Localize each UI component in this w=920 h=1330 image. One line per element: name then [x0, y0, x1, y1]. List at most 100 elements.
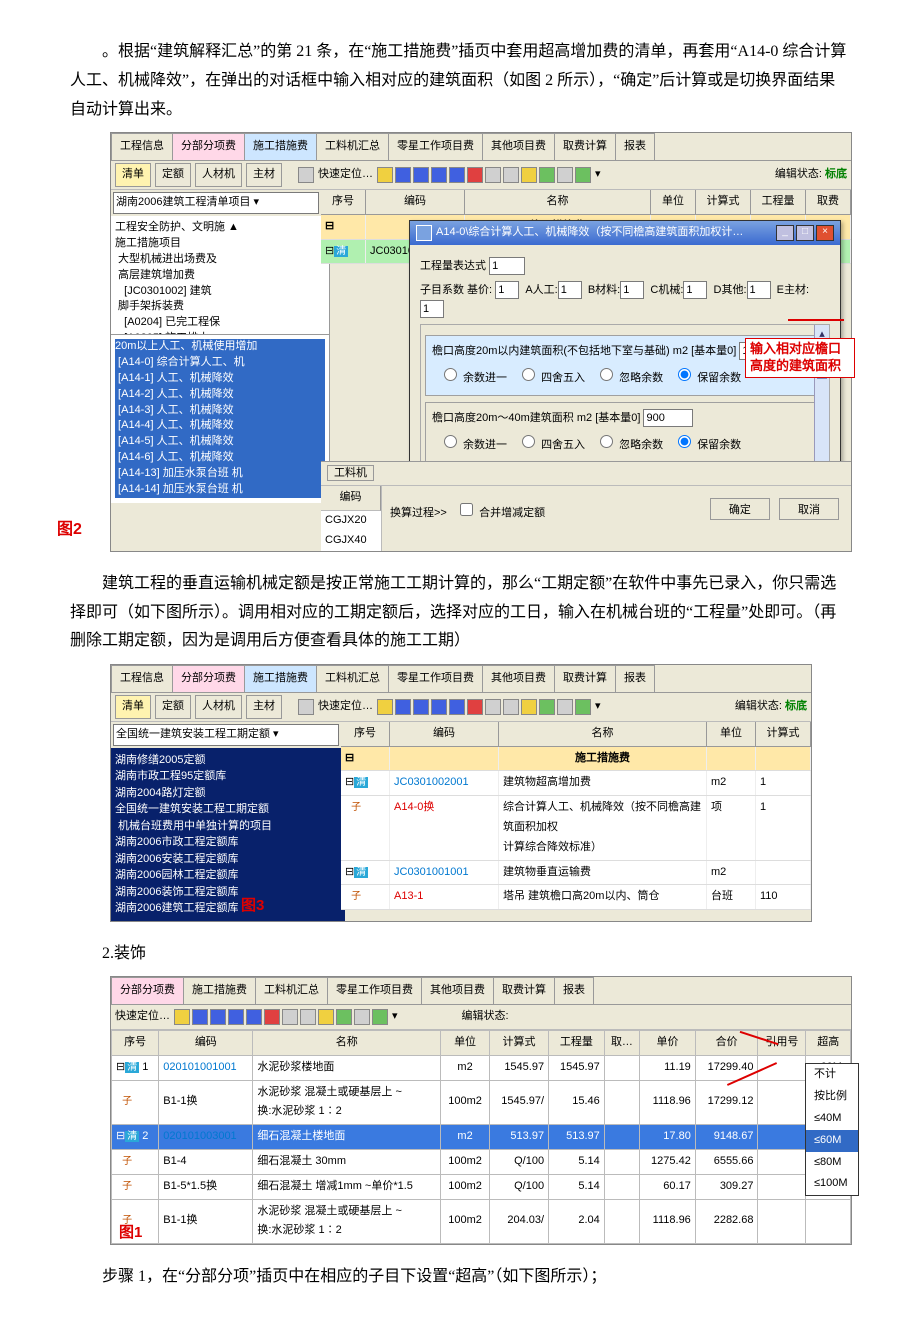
toolbar-icon[interactable]: [557, 167, 573, 183]
toolbar-icon[interactable]: [431, 699, 447, 715]
toolbar-icon[interactable]: [228, 1009, 244, 1025]
toolbar-icon[interactable]: [336, 1009, 352, 1025]
bottom-tab-material[interactable]: 工料机: [327, 465, 374, 481]
toolbar-icon[interactable]: [377, 699, 393, 715]
tab-fee-calc[interactable]: 取费计算: [554, 665, 616, 692]
dropdown-item[interactable]: 不计: [806, 1064, 858, 1086]
coef-base[interactable]: [495, 281, 519, 299]
toolbar-icon[interactable]: [575, 167, 591, 183]
height-dropdown[interactable]: 不计 按比例 ≤40M ≤60M ≤80M ≤100M: [805, 1063, 859, 1196]
toolbar-icon[interactable]: [503, 167, 519, 183]
toolbar-icon[interactable]: [354, 1009, 370, 1025]
area-input-2[interactable]: [643, 409, 693, 427]
subtab-quota[interactable]: 定额: [155, 163, 191, 187]
tab-report[interactable]: 报表: [615, 133, 655, 160]
toolbar-icon[interactable]: [300, 1009, 316, 1025]
toolbar-icon[interactable]: [449, 167, 465, 183]
tab-section-fee[interactable]: 分部分项费: [172, 133, 245, 160]
toolbar-icon[interactable]: [210, 1009, 226, 1025]
coef-other[interactable]: [747, 281, 771, 299]
toolbar-icon[interactable]: [372, 1009, 388, 1025]
tab-material-summary[interactable]: 工料机汇总: [255, 977, 328, 1004]
minimize-button[interactable]: _: [776, 225, 794, 241]
dropdown-item[interactable]: ≤40M: [806, 1108, 858, 1130]
tab-fee-calc[interactable]: 取费计算: [493, 977, 555, 1004]
coef-main[interactable]: [420, 300, 444, 318]
dropdown-item[interactable]: ≤100M: [806, 1173, 858, 1195]
toolbar-icon[interactable]: [246, 1009, 262, 1025]
close-button[interactable]: ×: [816, 225, 834, 241]
tree-panel-b[interactable]: 20m以上人工、机械使用增加 [A14-0] 综合计算人工、机 [A14-1] …: [111, 334, 330, 503]
tab-measure-fee[interactable]: 施工措施费: [183, 977, 256, 1004]
toolbar-icon[interactable]: [431, 167, 447, 183]
toolbar-icon[interactable]: [521, 167, 537, 183]
toolbar-icon[interactable]: [377, 167, 393, 183]
subtab-list[interactable]: 清单: [115, 163, 151, 187]
tree-panel-a[interactable]: 工程安全防护、文明施 ▲ 施工措施项目 大型机械进出场费及 高层建筑增加费 [J…: [111, 216, 330, 334]
toolbar-icon[interactable]: [503, 699, 519, 715]
toolbar-icon[interactable]: [192, 1009, 208, 1025]
maximize-button[interactable]: □: [796, 225, 814, 241]
subtab-quota[interactable]: 定额: [155, 695, 191, 719]
toolbar-icon[interactable]: [575, 699, 591, 715]
quick-locate[interactable]: 快速定位…: [318, 165, 373, 185]
tab-other-fee[interactable]: 其他项目费: [482, 133, 555, 160]
subtab-list[interactable]: 清单: [115, 695, 151, 719]
toolbar-icon[interactable]: [413, 699, 429, 715]
library-dropdown[interactable]: 湖南2006建筑工程清单项目 ▾: [113, 192, 319, 214]
tab-report[interactable]: 报表: [554, 977, 594, 1004]
toolbar-icon[interactable]: [395, 167, 411, 183]
quick-locate[interactable]: 快速定位…: [115, 1007, 170, 1027]
tab-material-summary[interactable]: 工料机汇总: [316, 133, 389, 160]
radio-ignore[interactable]: [600, 368, 613, 381]
swap-link[interactable]: 换算过程>>: [390, 507, 447, 519]
tab-misc-fee[interactable]: 零星工作项目费: [388, 133, 483, 160]
coef-material[interactable]: [620, 281, 644, 299]
delete-icon[interactable]: [467, 699, 483, 715]
subtab-material[interactable]: 人材机: [195, 695, 242, 719]
quick-locate[interactable]: 快速定位…: [318, 697, 373, 717]
delete-icon[interactable]: [467, 167, 483, 183]
toolbar-icon[interactable]: [539, 699, 555, 715]
toolbar-icon[interactable]: [449, 699, 465, 715]
tab-measure-fee[interactable]: 施工措施费: [244, 133, 317, 160]
coef-labor[interactable]: [558, 281, 582, 299]
tab-misc-fee[interactable]: 零星工作项目费: [327, 977, 422, 1004]
toolbar-icon[interactable]: [521, 699, 537, 715]
delete-icon[interactable]: [264, 1009, 280, 1025]
subtab-main[interactable]: 主材: [246, 695, 282, 719]
toolbar-icon[interactable]: [539, 167, 555, 183]
toolbar-icon[interactable]: [413, 167, 429, 183]
library-dropdown[interactable]: 全国统一建筑安装工程工期定额 ▾: [113, 724, 339, 746]
tab-misc-fee[interactable]: 零星工作项目费: [388, 665, 483, 692]
tab-fee-calc[interactable]: 取费计算: [554, 133, 616, 160]
tab-measure-fee[interactable]: 施工措施费: [244, 665, 317, 692]
ok-button[interactable]: 确定: [710, 498, 770, 520]
toolbar-icon[interactable]: [557, 699, 573, 715]
tab-other-fee[interactable]: 其他项目费: [482, 665, 555, 692]
subtab-material[interactable]: 人材机: [195, 163, 242, 187]
dropdown-item[interactable]: ≤80M: [806, 1152, 858, 1174]
dropdown-item[interactable]: 按比例: [806, 1086, 858, 1108]
toolbar-icon[interactable]: [485, 699, 501, 715]
tab-report[interactable]: 报表: [615, 665, 655, 692]
tab-material-summary[interactable]: 工料机汇总: [316, 665, 389, 692]
library-tree[interactable]: 湖南修缮2005定额 湖南市政工程95定额库 湖南2004路灯定额 全国统一建筑…: [111, 748, 345, 921]
coef-machine[interactable]: [683, 281, 707, 299]
radio-carry[interactable]: [444, 368, 457, 381]
tab-other-fee[interactable]: 其他项目费: [421, 977, 494, 1004]
merge-checkbox[interactable]: [460, 503, 473, 516]
toolbar-icon[interactable]: [282, 1009, 298, 1025]
tab-project-info[interactable]: 工程信息: [111, 133, 173, 160]
radio-keep[interactable]: [678, 368, 691, 381]
dropdown-item[interactable]: ≤60M: [806, 1130, 858, 1152]
radio-round[interactable]: [522, 368, 535, 381]
cancel-button[interactable]: 取消: [779, 498, 839, 520]
toolbar-icon[interactable]: [318, 1009, 334, 1025]
subtab-main[interactable]: 主材: [246, 163, 282, 187]
modal-titlebar[interactable]: A14-0\综合计算人工、机械降效（按不同檐高建筑面积加权计… _ □ ×: [410, 221, 840, 245]
tab-section-fee[interactable]: 分部分项费: [172, 665, 245, 692]
toolbar-icon[interactable]: [395, 699, 411, 715]
expr-input[interactable]: [489, 257, 525, 275]
toolbar-icon[interactable]: [174, 1009, 190, 1025]
